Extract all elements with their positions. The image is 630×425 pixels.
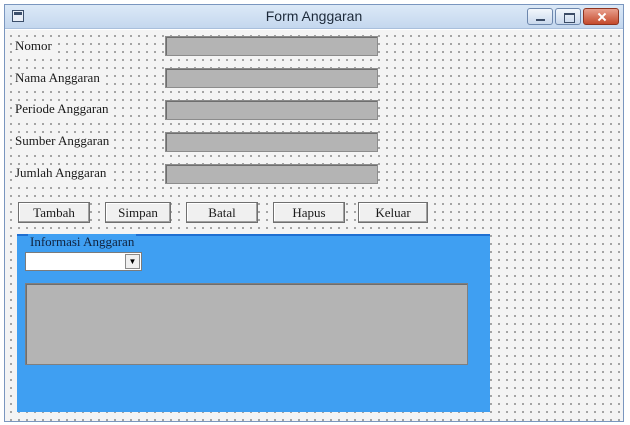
label-sumber-anggaran: Sumber Anggaran: [13, 133, 112, 149]
sumber-anggaran-field[interactable]: [165, 132, 378, 152]
label-nama-anggaran: Nama Anggaran: [13, 70, 102, 86]
jumlah-anggaran-field[interactable]: [165, 164, 378, 184]
nama-anggaran-field[interactable]: [165, 68, 378, 88]
keluar-button[interactable]: Keluar: [358, 202, 428, 223]
title-bar[interactable]: Form Anggaran: [5, 5, 623, 29]
maximize-button[interactable]: [555, 8, 581, 25]
anggaran-listbox[interactable]: [25, 283, 468, 365]
tambah-button[interactable]: Tambah: [18, 202, 90, 223]
batal-button[interactable]: Batal: [186, 202, 258, 223]
label-periode-anggaran: Periode Anggaran: [13, 101, 111, 117]
chevron-down-icon[interactable]: ▼: [125, 254, 140, 269]
nomor-field[interactable]: [165, 36, 378, 56]
frame-caption: Informasi Anggaran: [28, 234, 137, 249]
form-client-area: Nomor Nama Anggaran Periode Anggaran Sum…: [5, 30, 623, 421]
simpan-button[interactable]: Simpan: [105, 202, 171, 223]
minimize-button[interactable]: [527, 8, 553, 25]
close-button[interactable]: [583, 8, 619, 25]
label-jumlah-anggaran: Jumlah Anggaran: [13, 165, 109, 181]
informasi-anggaran-frame: Informasi Anggaran ▼: [17, 234, 490, 412]
form-anggaran-window: Form Anggaran Nomor Nama Anggaran Period…: [4, 4, 624, 422]
anggaran-combobox[interactable]: ▼: [25, 252, 142, 271]
hapus-button[interactable]: Hapus: [273, 202, 345, 223]
label-nomor: Nomor: [13, 38, 54, 54]
periode-anggaran-field[interactable]: [165, 100, 378, 120]
